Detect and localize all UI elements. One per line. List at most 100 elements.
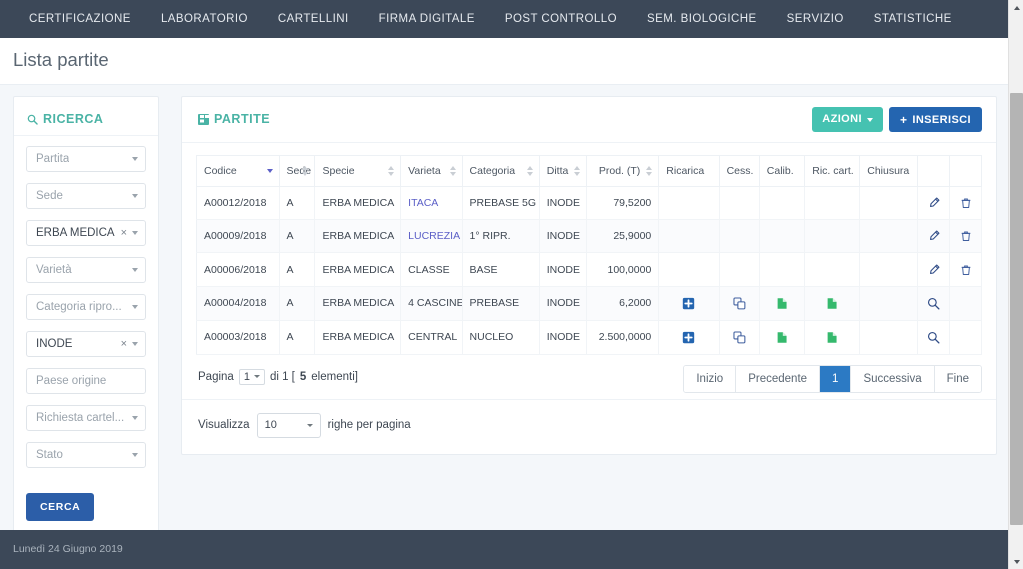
nav-item-sem-biologiche[interactable]: SEM. BIOLOGICHE <box>632 0 772 38</box>
col-header-ditta[interactable]: Ditta <box>539 155 588 187</box>
filter-categoria-ripro[interactable]: Categoria ripro... <box>26 294 146 320</box>
rows-per-page-select[interactable]: 10 <box>256 412 321 438</box>
document-green-icon[interactable] <box>776 297 789 310</box>
sort-icon[interactable] <box>388 165 395 177</box>
clear-specie-icon[interactable]: × <box>121 221 127 245</box>
col-header-chiusura: Chiusura <box>859 155 919 187</box>
varieta-link[interactable]: LUCREZIA <box>408 230 460 242</box>
edit-icon[interactable] <box>928 264 940 276</box>
sort-icon[interactable] <box>302 165 309 177</box>
cell-action-delete[interactable] <box>949 252 982 287</box>
cell-action-delete[interactable] <box>949 219 982 254</box>
search-icon[interactable] <box>927 297 940 310</box>
document-green-icon[interactable] <box>776 331 789 344</box>
filter-stato[interactable]: Stato <box>26 442 146 468</box>
edit-icon[interactable] <box>928 197 940 209</box>
cell-cess <box>719 219 760 254</box>
delete-icon[interactable] <box>960 264 972 276</box>
cell-ricarica[interactable] <box>658 320 720 355</box>
edit-icon[interactable] <box>928 230 940 242</box>
scrollbar-thumb[interactable] <box>1010 93 1023 525</box>
col-header-categoria[interactable]: Categoria <box>462 155 540 187</box>
cell-varieta[interactable]: ITACA <box>400 186 463 221</box>
pagination-count: 5 <box>299 370 307 383</box>
plus-square-icon[interactable] <box>682 297 695 310</box>
cell-action-view[interactable] <box>917 320 951 355</box>
varieta-link[interactable]: ITACA <box>408 197 438 209</box>
document-green-icon[interactable] <box>826 297 839 310</box>
cell-calib[interactable] <box>759 320 806 355</box>
col-header-codice[interactable]: Codice <box>196 155 280 187</box>
table-row[interactable]: A00012/2018 A ERBA MEDICA ITACA PREBASE … <box>196 186 982 221</box>
cell-cess[interactable] <box>719 320 760 355</box>
cell-varieta[interactable]: LUCREZIA <box>400 219 463 254</box>
col-header-varieta[interactable]: Varieta <box>400 155 463 187</box>
cell-action-edit[interactable] <box>917 252 951 287</box>
nav-item-cartellini[interactable]: CARTELLINI <box>263 0 364 38</box>
clear-ditta-icon[interactable]: × <box>121 332 127 356</box>
col-header-ric-cart: Ric. cart. <box>804 155 861 187</box>
filter-richiesta-cartellini[interactable]: Richiesta cartel... <box>26 405 146 431</box>
nav-item-statistiche[interactable]: STATISTICHE <box>859 0 967 38</box>
browser-scrollbar[interactable] <box>1008 0 1023 569</box>
table-row[interactable]: A00009/2018 A ERBA MEDICA LUCREZIA 1° RI… <box>196 219 982 254</box>
sort-desc-icon[interactable] <box>266 165 274 177</box>
cell-action-edit[interactable] <box>917 186 951 221</box>
filter-sede[interactable]: Sede <box>26 183 146 209</box>
delete-icon[interactable] <box>960 197 972 209</box>
copy-icon[interactable] <box>733 331 746 344</box>
filter-stato-value: Stato <box>36 449 63 461</box>
copy-icon[interactable] <box>733 297 746 310</box>
cell-chiusura <box>859 320 919 355</box>
sort-icon[interactable] <box>574 165 581 177</box>
azioni-button[interactable]: AZIONI <box>812 107 883 132</box>
filter-ditta[interactable]: INODE × <box>26 331 146 357</box>
nav-item-certificazione[interactable]: CERTIFICAZIONE <box>14 0 146 38</box>
pagination-page-1-button[interactable]: 1 <box>820 365 852 392</box>
cell-cess[interactable] <box>719 286 760 321</box>
col-header-specie[interactable]: Specie <box>314 155 402 187</box>
document-green-icon[interactable] <box>826 331 839 344</box>
table-row[interactable]: A00006/2018 A ERBA MEDICA CLASSE BASE IN… <box>196 252 982 287</box>
cell-action-delete[interactable] <box>949 186 982 221</box>
filter-partita[interactable]: Partita <box>26 146 146 172</box>
nav-item-servizio[interactable]: SERVIZIO <box>772 0 859 38</box>
sort-icon[interactable] <box>526 165 534 177</box>
cell-ricarica[interactable] <box>658 286 720 321</box>
cell-action-edit[interactable] <box>917 219 951 254</box>
table-row[interactable]: A00003/2018 A ERBA MEDICA CENTRAL NUCLEO… <box>196 320 982 355</box>
table-body: A00012/2018 A ERBA MEDICA ITACA PREBASE … <box>196 186 982 355</box>
nav-item-laboratorio[interactable]: LABORATORIO <box>146 0 263 38</box>
sort-icon[interactable] <box>646 165 653 177</box>
cell-ditta: INODE <box>539 252 588 287</box>
col-header-sede[interactable]: Sede <box>279 155 316 187</box>
pagination-fine-button[interactable]: Fine <box>934 365 981 392</box>
cell-calib <box>759 186 806 221</box>
page-number-select[interactable]: 1 <box>238 368 265 385</box>
scrollbar-down-arrow-icon[interactable] <box>1009 554 1023 569</box>
search-icon[interactable] <box>927 331 940 344</box>
filter-varieta[interactable]: Varietà <box>26 257 146 283</box>
cell-ric-cart[interactable] <box>804 286 861 321</box>
sort-icon[interactable] <box>449 165 457 177</box>
table-row[interactable]: A00004/2018 A ERBA MEDICA 4 CASCINE PREB… <box>196 286 982 321</box>
filter-specie[interactable]: ERBA MEDICA × <box>26 220 146 246</box>
pagination-successiva-button[interactable]: Successiva <box>851 365 935 392</box>
col-header-prod[interactable]: Prod. (T) <box>586 155 660 187</box>
scrollbar-up-arrow-icon[interactable] <box>1009 0 1023 15</box>
col-header-specie-label: Specie <box>322 165 355 177</box>
inserisci-button[interactable]: + INSERISCI <box>888 107 982 132</box>
nav-item-firma-digitale[interactable]: FIRMA DIGITALE <box>364 0 490 38</box>
cell-action-view[interactable] <box>917 286 951 321</box>
pagination-inizio-button[interactable]: Inizio <box>684 365 737 392</box>
nav-item-post-controllo[interactable]: POST CONTROLLO <box>490 0 632 38</box>
cell-calib[interactable] <box>759 286 806 321</box>
filter-paese-origine[interactable]: Paese origine <box>26 368 146 394</box>
cell-ric-cart[interactable] <box>804 320 861 355</box>
delete-icon[interactable] <box>960 230 972 242</box>
partite-card-title: PARTITE <box>214 112 271 126</box>
search-button[interactable]: CERCA <box>26 493 95 521</box>
pagination-precedente-button[interactable]: Precedente <box>736 365 821 392</box>
cell-codice: A00003/2018 <box>196 320 280 355</box>
plus-square-icon[interactable] <box>682 331 695 344</box>
